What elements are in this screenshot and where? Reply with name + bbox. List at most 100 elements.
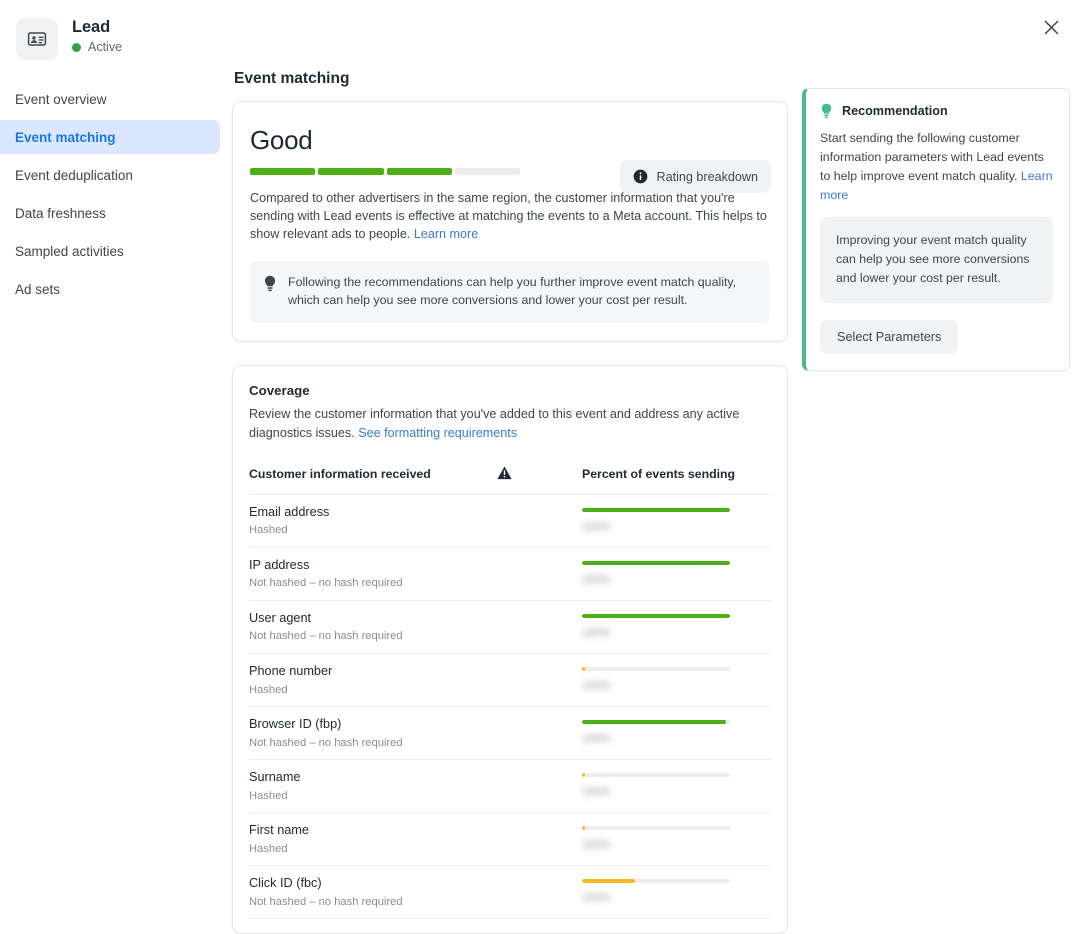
recommendation-body: Start sending the following customer inf… <box>820 129 1053 204</box>
parameter-cell: First name Hashed <box>249 812 497 867</box>
percent-bar-track <box>582 879 730 884</box>
percent-bar-fill <box>582 720 726 725</box>
parameter-hash-status: Hashed <box>249 683 288 696</box>
percent-cell: 100% <box>582 653 771 708</box>
percent-label: 100% <box>582 520 611 533</box>
rating-segment-2 <box>318 167 384 175</box>
parameter-cell: Surname Hashed <box>249 759 497 814</box>
main-content: Event matching Good Rating breakdown Com… <box>232 70 788 934</box>
percent-bar-track <box>582 667 730 671</box>
sidebar-item-ad-sets[interactable]: Ad sets <box>0 272 220 306</box>
lightbulb-icon <box>821 103 832 119</box>
warning-cell <box>497 759 582 814</box>
percent-bar-track <box>582 773 730 778</box>
parameter-hash-status: Not hashed – no hash required <box>249 736 403 749</box>
sidebar-nav: Event overview Event matching Event dedu… <box>0 82 220 310</box>
warning-cell <box>497 865 582 920</box>
sidebar-item-sampled-activities[interactable]: Sampled activities <box>0 234 220 268</box>
coverage-card: Coverage Review the customer information… <box>232 365 788 934</box>
parameter-cell: IP address Not hashed – no hash required <box>249 547 497 601</box>
parameter-hash-status: Hashed <box>249 524 288 537</box>
percent-cell: 100% <box>582 865 771 920</box>
close-button[interactable] <box>1034 10 1068 44</box>
sidebar-item-event-deduplication[interactable]: Event deduplication <box>0 158 220 192</box>
warning-cell <box>497 812 582 867</box>
table-row: User agent Not hashed – no hash required… <box>249 600 771 655</box>
percent-bar-track <box>582 613 730 618</box>
sidebar-item-label: Event deduplication <box>15 167 133 183</box>
percent-cell: 100% <box>582 706 771 761</box>
column-header-percent-of-events: Percent of events sending <box>582 465 771 495</box>
rating-bar <box>250 167 520 175</box>
rating-learn-more-link[interactable]: Learn more <box>414 227 478 241</box>
parameter-name: Browser ID (fbp) <box>249 717 342 732</box>
column-header-customer-information: Customer information received <box>249 465 497 495</box>
close-icon <box>1044 20 1058 34</box>
contact-card-icon <box>16 18 58 60</box>
page-title: Lead <box>72 18 111 36</box>
select-parameters-button[interactable]: Select Parameters <box>820 319 959 354</box>
parameter-name: Click ID (fbc) <box>249 876 322 891</box>
coverage-table-body: Email address Hashed 100% IP address Not… <box>249 494 771 920</box>
improvement-tip-text: Following the recommendations can help y… <box>288 275 737 308</box>
parameter-name: Phone number <box>249 664 333 678</box>
parameter-name: User agent <box>249 610 312 625</box>
parameter-name: IP address <box>249 557 310 572</box>
recommendation-header: Recommendation <box>820 103 1053 119</box>
rating-breakdown-button[interactable]: Rating breakdown <box>620 160 771 193</box>
recommendation-note-box: Improving your event match quality can h… <box>820 217 1053 303</box>
table-row: Phone number Hashed 100% <box>249 653 771 708</box>
table-row: First name Hashed 100% <box>249 812 771 867</box>
info-icon <box>634 169 648 184</box>
rating-segment-3 <box>386 167 452 175</box>
percent-label: 100% <box>582 786 611 799</box>
sidebar-item-event-overview[interactable]: Event overview <box>0 82 220 116</box>
sidebar-item-label: Event matching <box>15 129 116 145</box>
percent-bar-fill <box>582 826 585 831</box>
rating-description-text: Compared to other advertisers in the sam… <box>250 190 767 242</box>
table-row: Click ID (fbc) Not hashed – no hash requ… <box>249 865 771 920</box>
coverage-table: Customer information received Percent of… <box>249 465 771 920</box>
sidebar-item-event-matching[interactable]: Event matching <box>0 120 220 154</box>
percent-bar-fill <box>582 560 730 565</box>
parameter-hash-status: Not hashed – no hash required <box>249 895 403 908</box>
recommendation-title: Recommendation <box>842 104 948 118</box>
percent-bar-track <box>582 826 730 831</box>
formatting-requirements-link[interactable]: See formatting requirements <box>358 426 517 440</box>
table-row: Surname Hashed 100% <box>249 759 771 814</box>
sidebar-item-data-freshness[interactable]: Data freshness <box>0 196 220 230</box>
percent-label: 100% <box>582 680 611 692</box>
percent-bar-track <box>582 560 730 565</box>
percent-bar-fill <box>582 773 585 778</box>
coverage-description: Review the customer information that you… <box>249 405 769 442</box>
percent-cell: 100% <box>582 759 771 814</box>
parameter-name: Email address <box>249 504 330 519</box>
percent-bar-fill <box>582 507 730 512</box>
percent-cell: 100% <box>582 812 771 867</box>
status-badge: Active <box>72 40 122 54</box>
parameter-cell: Phone number Hashed <box>249 653 497 708</box>
parameter-hash-status: Not hashed – no hash required <box>249 630 403 643</box>
status-dot-icon <box>72 42 81 52</box>
status-label: Active <box>88 40 123 54</box>
table-row: Browser ID (fbp) Not hashed – no hash re… <box>249 706 771 761</box>
improvement-tip-box: Following the recommendations can help y… <box>250 261 770 324</box>
percent-label: 100% <box>582 839 611 852</box>
percent-label: 100% <box>582 626 611 639</box>
rating-segment-4 <box>454 167 520 175</box>
coverage-title: Coverage <box>249 383 310 399</box>
rating-segment-1 <box>250 167 316 175</box>
warning-cell <box>497 600 582 655</box>
table-header-row: Customer information received Percent of… <box>249 465 771 495</box>
parameter-cell: User agent Not hashed – no hash required <box>249 600 497 655</box>
sidebar-item-label: Data freshness <box>15 205 106 221</box>
parameter-hash-status: Hashed <box>249 789 288 802</box>
warning-cell <box>497 547 582 601</box>
rating-value: Good <box>250 125 313 155</box>
sidebar-item-label: Ad sets <box>15 281 61 297</box>
parameter-name: First name <box>249 823 309 838</box>
parameter-cell: Click ID (fbc) Not hashed – no hash requ… <box>249 865 497 920</box>
percent-cell: 100% <box>582 547 771 601</box>
warning-triangle-icon <box>497 466 512 479</box>
recommendation-body-text: Start sending the following customer inf… <box>820 131 1044 183</box>
